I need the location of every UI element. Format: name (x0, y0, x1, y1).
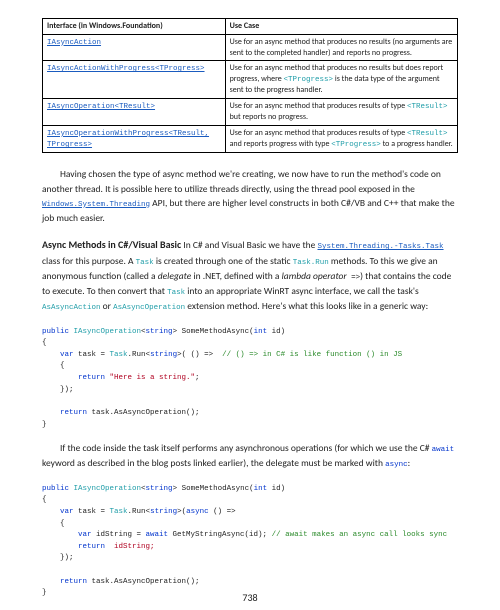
table-row: IAsyncActionWithProgress<TProgress> Use … (43, 61, 458, 99)
use-cell: Use for an async method that produces re… (225, 126, 457, 153)
page-number: 738 (0, 591, 500, 605)
use-cell: Use for an async method that produces re… (225, 99, 457, 126)
table-row: IAsyncOperation<TResult> Use for an asyn… (43, 99, 458, 126)
iface-link[interactable]: IAsyncOperationWithProgress<TResult, TPr… (47, 130, 209, 149)
iface-link[interactable]: IAsyncActionWithProgress<TProgress> (47, 65, 205, 73)
th-interface: Interface (in Windows.Foundation) (43, 19, 226, 35)
intro-paragraph: Having chosen the type of async method w… (42, 167, 458, 225)
iface-link[interactable]: IAsyncOperation<TResult> (47, 103, 155, 111)
iface-link[interactable]: IAsyncAction (47, 39, 101, 47)
threading-link[interactable]: Windows.System.Threading (42, 201, 150, 209)
section-paragraph: Async Methods in C#/Visual Basic In C# a… (42, 237, 458, 314)
use-cell: Use for an async method that produces no… (225, 61, 457, 99)
task-class-link[interactable]: System.Threading.-Tasks.Task (318, 243, 444, 251)
table-row: IAsyncAction Use for an async method tha… (43, 34, 458, 61)
section-heading: Async Methods in C#/Visual Basic (42, 238, 181, 251)
code-block-2: public IAsyncOperation<string> SomeMetho… (42, 484, 458, 600)
await-paragraph: If the code inside the task itself perfo… (42, 441, 458, 472)
th-usecase: Use Case (225, 19, 457, 35)
interface-table: Interface (in Windows.Foundation) Use Ca… (42, 18, 458, 153)
use-cell: Use for an async method that produces no… (225, 34, 457, 61)
table-row: IAsyncOperationWithProgress<TResult, TPr… (43, 126, 458, 153)
code-block-1: public IAsyncOperation<string> SomeMetho… (42, 327, 458, 432)
